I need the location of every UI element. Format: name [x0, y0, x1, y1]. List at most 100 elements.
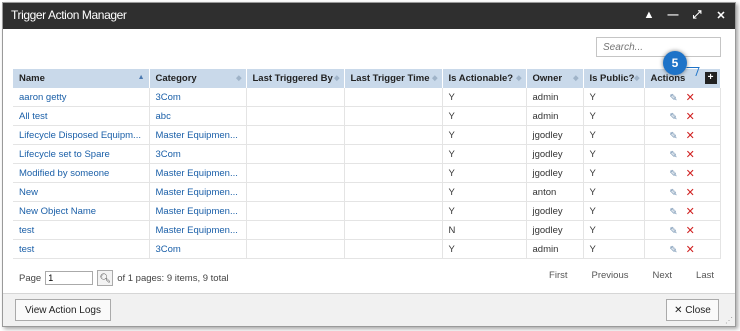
column-header-label: Name — [19, 73, 45, 84]
edit-icon[interactable]: ✎ — [669, 245, 677, 256]
cell-last-trigger-time — [344, 144, 443, 164]
cell-owner: jgodley — [526, 163, 584, 183]
collapse-icon[interactable]: ▲ — [643, 7, 655, 23]
previous-page-link[interactable]: Previous — [592, 270, 629, 281]
table-row[interactable]: All test abc Y admin Y ✎ ✕ — [13, 106, 721, 126]
dialog-footer: View Action Logs ✕ Close ⋰ — [3, 293, 735, 326]
delete-icon[interactable]: ✕ — [686, 149, 695, 161]
cell-is-public: Y — [583, 163, 645, 183]
table-row[interactable]: aaron getty 3Com Y admin Y ✎ ✕ — [13, 88, 721, 107]
cell-name[interactable]: test — [13, 239, 150, 259]
table-header-row: Name ▲ Category ◆ Last Triggered By ◆ Last … — [13, 69, 721, 88]
edit-icon[interactable]: ✎ — [669, 207, 677, 218]
page-label: Page — [19, 272, 42, 284]
table-row[interactable]: New Master Equipmen... Y anton Y ✎ ✕ — [13, 182, 721, 202]
table-row[interactable]: Modified by someone Master Equipmen... Y… — [13, 163, 721, 183]
column-header-last-trigger-time[interactable]: Last Trigger Time ◆ — [344, 69, 443, 88]
cell-name[interactable]: Modified by someone — [13, 163, 150, 183]
cell-category[interactable]: Master Equipmen... — [149, 182, 247, 202]
cell-last-triggered-by — [246, 163, 345, 183]
cell-is-public: Y — [583, 88, 645, 107]
cell-last-triggered-by — [246, 88, 345, 107]
sort-icon: ◆ — [516, 75, 522, 82]
column-header-is-public[interactable]: Is Public? ◆ — [583, 69, 645, 88]
cell-category[interactable]: Master Equipmen... — [149, 201, 247, 221]
cell-category[interactable]: 3Com — [149, 144, 247, 164]
column-header-owner[interactable]: Owner ◆ — [526, 69, 584, 88]
cell-name[interactable]: test — [13, 220, 150, 240]
maximize-icon[interactable]: ⤢ — [691, 7, 703, 23]
first-page-link[interactable]: First — [549, 270, 567, 281]
cell-category[interactable]: Master Equipmen... — [149, 125, 247, 145]
cell-owner: jgodley — [526, 220, 584, 240]
cell-is-actionable: N — [442, 220, 527, 240]
last-page-link[interactable]: Last — [696, 270, 714, 281]
edit-icon[interactable]: ✎ — [669, 150, 677, 161]
cell-is-actionable: Y — [442, 163, 527, 183]
column-header-is-actionable[interactable]: Is Actionable? ◆ — [442, 69, 527, 88]
cell-owner: anton — [526, 182, 584, 202]
column-header-last-triggered-by[interactable]: Last Triggered By ◆ — [246, 69, 345, 88]
column-header-category[interactable]: Category ◆ — [149, 69, 247, 88]
cell-actions: ✎ ✕ — [644, 106, 721, 126]
cell-name[interactable]: New — [13, 182, 150, 202]
resize-grip-icon[interactable]: ⋰ — [725, 316, 733, 325]
sort-icon: ◆ — [634, 75, 640, 82]
edit-icon[interactable]: ✎ — [669, 169, 677, 180]
cell-last-trigger-time — [344, 201, 443, 221]
delete-icon[interactable]: ✕ — [686, 111, 695, 123]
table-row[interactable]: test 3Com Y admin Y ✎ ✕ — [13, 239, 721, 259]
delete-icon[interactable]: ✕ — [686, 168, 695, 180]
cell-is-actionable: Y — [442, 125, 527, 145]
cell-last-triggered-by — [246, 239, 345, 259]
delete-icon[interactable]: ✕ — [686, 92, 695, 104]
delete-icon[interactable]: ✕ — [686, 225, 695, 237]
cell-actions: ✎ ✕ — [644, 220, 721, 240]
next-page-link[interactable]: Next — [652, 270, 672, 281]
edit-icon[interactable]: ✎ — [669, 188, 677, 199]
cell-last-trigger-time — [344, 163, 443, 183]
cell-category[interactable]: Master Equipmen... — [149, 163, 247, 183]
cell-category[interactable]: 3Com — [149, 239, 247, 259]
delete-icon[interactable]: ✕ — [686, 206, 695, 218]
close-icon[interactable]: ✕ — [715, 7, 727, 23]
cell-name[interactable]: Lifecycle Disposed Equipm... — [13, 125, 150, 145]
cell-category[interactable]: 3Com — [149, 88, 247, 107]
table-row[interactable]: Lifecycle set to Spare 3Com Y jgodley Y … — [13, 144, 721, 164]
search-input[interactable] — [596, 37, 721, 57]
edit-icon[interactable]: ✎ — [669, 93, 677, 104]
window-title: Trigger Action Manager — [11, 8, 127, 22]
delete-icon[interactable]: ✕ — [686, 130, 695, 142]
cell-is-public: Y — [583, 182, 645, 202]
add-icon[interactable]: + — [704, 72, 717, 84]
cell-name[interactable]: Lifecycle set to Spare — [13, 144, 150, 164]
go-search-icon[interactable]: 🔍︎ — [97, 270, 114, 286]
page-jump: Page 🔍︎ of 1 pages: 9 items, 9 total — [19, 270, 229, 286]
cell-actions: ✎ ✕ — [644, 182, 721, 202]
cell-name[interactable]: All test — [13, 106, 150, 126]
cell-last-triggered-by — [246, 125, 345, 145]
cell-name[interactable]: New Object Name — [13, 201, 150, 221]
view-action-logs-button[interactable]: View Action Logs — [15, 299, 111, 321]
table-row[interactable]: Lifecycle Disposed Equipm... Master Equi… — [13, 125, 721, 145]
delete-icon[interactable]: ✕ — [686, 187, 695, 199]
cell-category[interactable]: abc — [149, 106, 247, 126]
column-header-label: Owner — [532, 73, 563, 84]
cell-is-public: Y — [583, 106, 645, 126]
delete-icon[interactable]: ✕ — [686, 244, 695, 256]
cell-owner: jgodley — [526, 144, 584, 164]
page-number-input[interactable] — [45, 271, 94, 285]
close-button[interactable]: ✕ Close — [666, 299, 719, 321]
table-row[interactable]: New Object Name Master Equipmen... Y jgo… — [13, 201, 721, 221]
cell-name[interactable]: aaron getty — [13, 88, 150, 107]
cell-category[interactable]: Master Equipmen... — [149, 220, 247, 240]
cell-owner: jgodley — [526, 201, 584, 221]
column-header-label: Is Actionable? — [448, 73, 514, 84]
edit-icon[interactable]: ✎ — [669, 226, 677, 237]
column-header-name[interactable]: Name ▲ — [13, 69, 150, 88]
callout-badge: 5 — [663, 51, 687, 75]
minimize-icon[interactable]: — — [667, 7, 679, 23]
table-row[interactable]: test Master Equipmen... N jgodley Y ✎ ✕ — [13, 220, 721, 240]
edit-icon[interactable]: ✎ — [669, 112, 677, 123]
edit-icon[interactable]: ✎ — [669, 131, 677, 142]
